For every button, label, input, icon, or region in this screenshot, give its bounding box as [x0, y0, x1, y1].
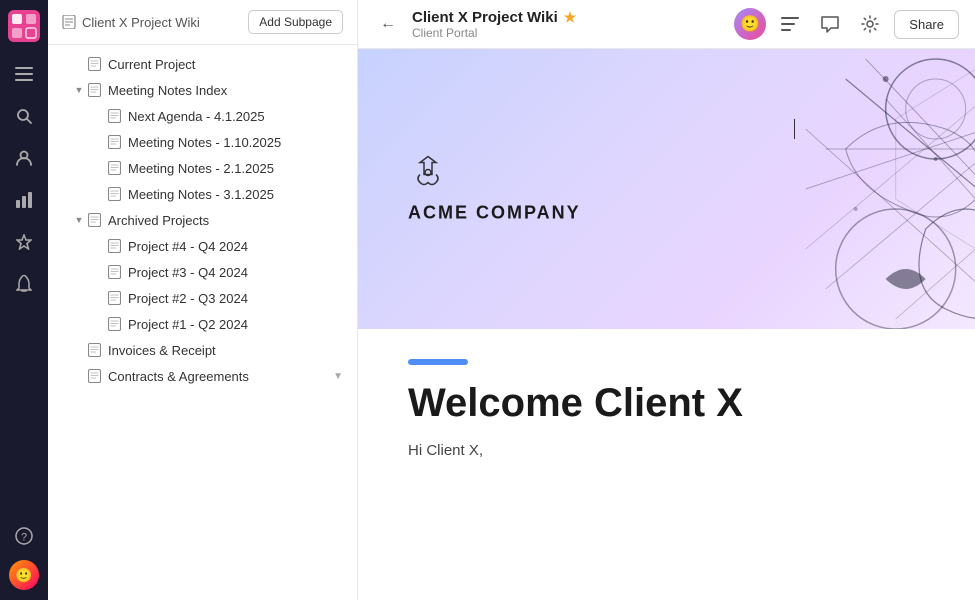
toc-icon[interactable]: [774, 8, 806, 40]
sidebar-root-label: Client X Project Wiki: [82, 15, 200, 30]
page-doc-icon: [106, 290, 122, 306]
sidebar-tree: Current Project ▼ Meeting Notes Index Nex…: [48, 45, 357, 600]
main-area: ← Client X Project Wiki ★ Client Portal …: [358, 0, 975, 600]
topbar: ← Client X Project Wiki ★ Client Portal …: [358, 0, 975, 49]
chevron-placeholder: [92, 109, 106, 123]
sidebar-item-label: Meeting Notes - 2.1.2025: [128, 161, 343, 176]
page-doc-icon: [106, 108, 122, 124]
back-button[interactable]: ←: [374, 13, 402, 35]
sidebar-item-label: Project #1 - Q2 2024: [128, 317, 343, 332]
sidebar-item-meeting-notes-1[interactable]: Meeting Notes - 1.10.2025: [48, 129, 357, 155]
page-doc-icon: [106, 186, 122, 202]
team-icon[interactable]: [6, 140, 42, 176]
chevron-placeholder: [72, 343, 86, 357]
hero-graphic: [636, 49, 975, 329]
chevron-icon[interactable]: ▼: [72, 83, 86, 97]
page-doc-icon: [86, 212, 102, 228]
sidebar-item-label: Invoices & Receipt: [108, 343, 343, 358]
welcome-text: Hi Client X,: [408, 442, 925, 459]
chevron-placeholder: [92, 161, 106, 175]
user-avatar-rail[interactable]: 🙂: [9, 560, 39, 590]
sidebar-root-item[interactable]: Client X Project Wiki: [62, 15, 200, 30]
sidebar-item-current-project[interactable]: Current Project: [48, 51, 357, 77]
app-logo[interactable]: [8, 10, 40, 42]
content-body: Welcome Client X Hi Client X,: [358, 329, 975, 489]
scroll-down-icon: ▼: [333, 371, 343, 382]
sidebar-item-label: Meeting Notes Index: [108, 83, 343, 98]
sidebar: Client X Project Wiki Add Subpage Curren…: [48, 0, 358, 600]
sidebar-item-meeting-notes-2[interactable]: Meeting Notes - 2.1.2025: [48, 155, 357, 181]
sidebar-toggle-icon[interactable]: [6, 56, 42, 92]
chevron-placeholder: [92, 265, 106, 279]
sidebar-item-label: Current Project: [108, 57, 343, 72]
company-name: ACME COMPANY: [408, 203, 581, 224]
share-button[interactable]: Share: [894, 10, 959, 39]
chat-icon[interactable]: [814, 8, 846, 40]
chevron-icon[interactable]: ▼: [72, 213, 86, 227]
topbar-title: Client X Project Wiki ★: [412, 9, 724, 26]
sidebar-item-project-1[interactable]: Project #1 - Q2 2024: [48, 311, 357, 337]
page-doc-icon: [106, 264, 122, 280]
sidebar-item-meeting-notes-index[interactable]: ▼ Meeting Notes Index: [48, 77, 357, 103]
hero-banner: ACME COMPANY: [358, 49, 975, 329]
page-doc-icon: [106, 160, 122, 176]
page-doc-icon: [86, 342, 102, 358]
page-doc-icon: [106, 134, 122, 150]
sidebar-item-label: Meeting Notes - 1.10.2025: [128, 135, 343, 150]
sidebar-item-invoices[interactable]: Invoices & Receipt: [48, 337, 357, 363]
sidebar-item-label: Project #2 - Q3 2024: [128, 291, 343, 306]
topbar-actions: 🙂 Share: [734, 8, 959, 40]
chevron-placeholder: [92, 187, 106, 201]
icon-rail: ? 🙂: [0, 0, 48, 600]
welcome-title: Welcome Client X: [408, 381, 925, 426]
sidebar-item-contracts[interactable]: Contracts & Agreements ▼: [48, 363, 357, 389]
sidebar-item-project-3[interactable]: Project #3 - Q4 2024: [48, 259, 357, 285]
sidebar-item-archived-projects[interactable]: ▼ Archived Projects: [48, 207, 357, 233]
chevron-placeholder: [92, 135, 106, 149]
help-icon[interactable]: ?: [6, 518, 42, 554]
favorite-star-icon[interactable]: ★: [564, 9, 577, 26]
sidebar-item-label: Contracts & Agreements: [108, 369, 329, 384]
notifications-icon[interactable]: [6, 266, 42, 302]
chevron-placeholder: [72, 57, 86, 71]
topbar-title-area: Client X Project Wiki ★ Client Portal: [412, 9, 724, 40]
page-doc-icon: [86, 56, 102, 72]
acme-icon: [408, 155, 448, 195]
search-icon[interactable]: [6, 98, 42, 134]
sidebar-item-label: Meeting Notes - 3.1.2025: [128, 187, 343, 202]
content-area: ACME COMPANY Welcome Client X Hi Client …: [358, 49, 975, 600]
settings-icon[interactable]: [854, 8, 886, 40]
sidebar-item-next-agenda[interactable]: Next Agenda - 4.1.2025: [48, 103, 357, 129]
doc-icon: [62, 15, 76, 29]
svg-text:?: ?: [21, 532, 27, 544]
chevron-placeholder: [92, 239, 106, 253]
analytics-icon[interactable]: [6, 182, 42, 218]
sidebar-item-project-4[interactable]: Project #4 - Q4 2024: [48, 233, 357, 259]
sidebar-item-label: Project #4 - Q4 2024: [128, 239, 343, 254]
sidebar-item-label: Project #3 - Q4 2024: [128, 265, 343, 280]
page-doc-icon: [86, 82, 102, 98]
sidebar-item-label: Archived Projects: [108, 213, 343, 228]
user-avatar-topbar[interactable]: 🙂: [734, 8, 766, 40]
chevron-placeholder: [92, 317, 106, 331]
chevron-placeholder: [92, 291, 106, 305]
page-doc-icon: [106, 238, 122, 254]
sidebar-item-label: Next Agenda - 4.1.2025: [128, 109, 343, 124]
sidebar-header: Client X Project Wiki Add Subpage: [48, 0, 357, 45]
sidebar-item-meeting-notes-3[interactable]: Meeting Notes - 3.1.2025: [48, 181, 357, 207]
chevron-placeholder: [72, 369, 86, 383]
add-subpage-button[interactable]: Add Subpage: [248, 10, 343, 34]
page-doc-icon: [86, 368, 102, 384]
accent-bar: [408, 359, 468, 365]
favorites-icon[interactable]: [6, 224, 42, 260]
topbar-subtitle: Client Portal: [412, 26, 724, 40]
page-doc-icon: [106, 316, 122, 332]
rail-bottom: ? 🙂: [6, 518, 42, 590]
sidebar-item-project-2[interactable]: Project #2 - Q3 2024: [48, 285, 357, 311]
